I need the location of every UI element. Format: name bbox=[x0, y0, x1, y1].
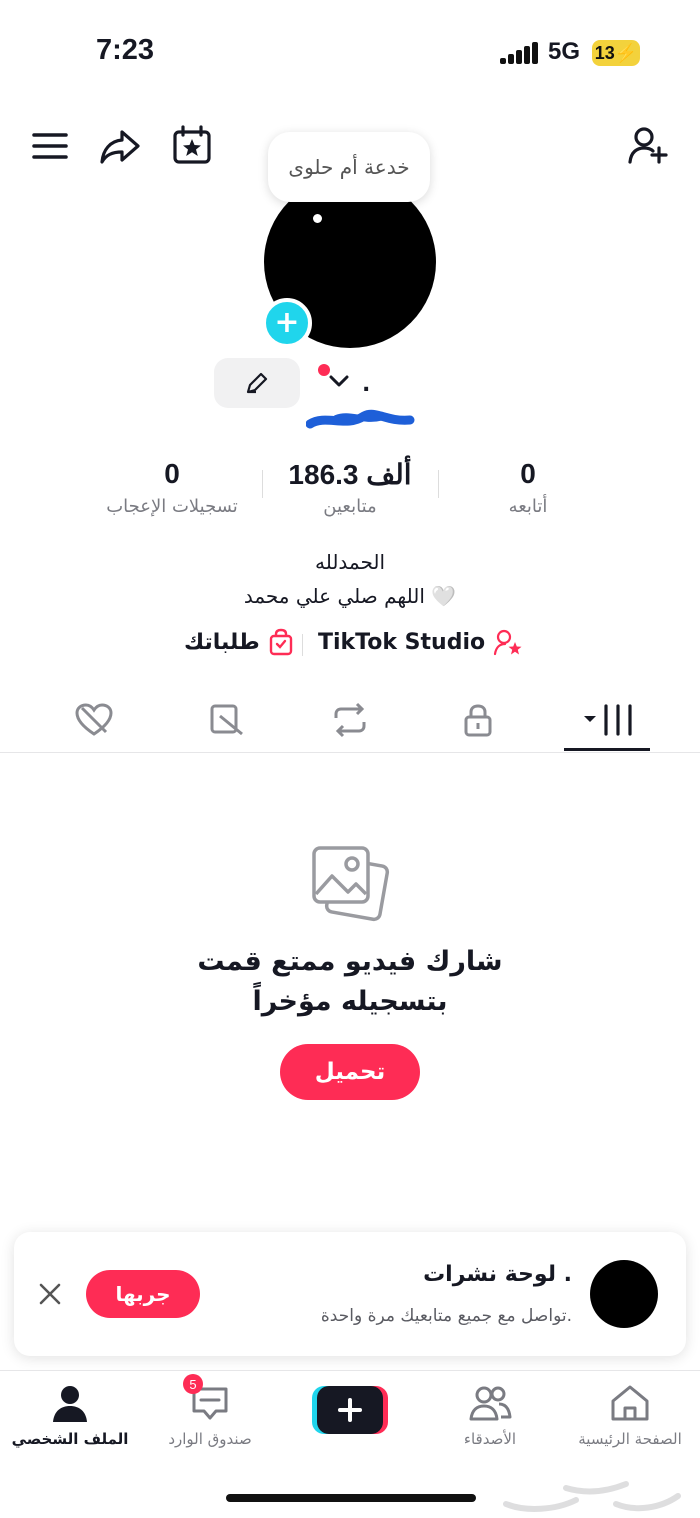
network-label: 5G bbox=[548, 38, 581, 65]
redacted-username bbox=[305, 404, 416, 434]
battery-indicator: 13 ⚡ bbox=[592, 40, 640, 66]
repost-icon bbox=[334, 702, 366, 738]
tab-private[interactable] bbox=[454, 696, 502, 744]
profile-note-bubble[interactable]: خدعة أم حلوى bbox=[268, 132, 430, 202]
status-time: 7:23 bbox=[96, 34, 155, 66]
tiktok-studio-link[interactable]: TikTok Studio bbox=[318, 628, 523, 656]
upload-button[interactable]: تحميل bbox=[280, 1044, 420, 1100]
followers-label[interactable]: متابعين bbox=[270, 496, 430, 517]
tabs-divider bbox=[0, 752, 700, 753]
active-tab-indicator bbox=[564, 748, 650, 751]
profile-name: . bbox=[362, 372, 371, 397]
inbox-icon: 5 bbox=[183, 1374, 233, 1426]
orders-label: طلباتك bbox=[184, 629, 260, 655]
link-divider bbox=[302, 634, 303, 656]
calendar-star-icon[interactable] bbox=[170, 124, 214, 168]
creator-star-icon bbox=[494, 629, 522, 656]
empty-state-title: بتسجيله مؤخراً bbox=[252, 986, 448, 1017]
hamburger-menu-icon[interactable] bbox=[28, 124, 72, 168]
promo-subtitle: تواصل مع جميع متابعيك مرة واحدة. bbox=[320, 1306, 572, 1326]
close-icon[interactable] bbox=[36, 1280, 64, 1308]
note-bubble-tail bbox=[313, 214, 322, 223]
shopping-bag-icon bbox=[269, 628, 292, 656]
stat-divider bbox=[438, 470, 439, 498]
haraj-watermark-logo bbox=[496, 1474, 686, 1518]
create-button[interactable] bbox=[312, 1384, 388, 1436]
tag-hidden-icon bbox=[210, 704, 243, 736]
edit-profile-button[interactable] bbox=[214, 358, 300, 408]
tab-videos[interactable] bbox=[584, 696, 640, 744]
tab-liked[interactable] bbox=[70, 696, 118, 744]
followers-count[interactable]: 186.3 ألف bbox=[270, 458, 430, 491]
nav-inbox-label: صندوق الوارد bbox=[168, 1430, 252, 1448]
tab-reposts[interactable] bbox=[326, 696, 374, 744]
nav-profile[interactable]: الملف الشخصي bbox=[0, 1380, 140, 1460]
nav-friends[interactable]: الأصدقاء bbox=[420, 1380, 560, 1460]
promo-title: لوحة نشرات . bbox=[423, 1262, 572, 1287]
nav-friends-label: الأصدقاء bbox=[463, 1430, 517, 1448]
add-user-icon[interactable] bbox=[626, 124, 670, 168]
nav-inbox[interactable]: 5 صندوق الوارد bbox=[140, 1374, 280, 1460]
bio-line: الحمدلله bbox=[314, 550, 386, 574]
friends-icon bbox=[467, 1380, 513, 1426]
likes-count: 0 bbox=[164, 458, 180, 489]
grid-icon bbox=[584, 704, 632, 736]
studio-label: TikTok Studio bbox=[318, 629, 486, 655]
share-icon[interactable] bbox=[98, 124, 142, 168]
photo-gallery-icon bbox=[310, 844, 390, 924]
orders-link[interactable]: طلباتك bbox=[184, 628, 294, 656]
promo-avatar bbox=[590, 1260, 658, 1328]
following-count[interactable]: 0 bbox=[456, 458, 600, 490]
tab-tagged[interactable] bbox=[202, 696, 250, 744]
nav-home-label: الصفحة الرئيسية bbox=[578, 1430, 682, 1448]
home-indicator bbox=[226, 1494, 476, 1502]
likes-label: تسجيلات الإعجاب bbox=[106, 496, 238, 517]
battery-level: 13 bbox=[594, 42, 615, 63]
signal-icon bbox=[500, 42, 540, 64]
chevron-down-icon[interactable] bbox=[324, 366, 354, 396]
nav-home[interactable]: الصفحة الرئيسية bbox=[560, 1380, 700, 1460]
add-avatar-button[interactable]: + bbox=[262, 298, 312, 348]
inbox-badge: 5 bbox=[183, 1374, 203, 1394]
pencil-icon bbox=[246, 372, 268, 394]
home-icon bbox=[607, 1380, 653, 1426]
following-label[interactable]: أتابعه bbox=[456, 496, 600, 517]
bio-line: اللهم صلي علي محمد 🤍 bbox=[243, 584, 457, 608]
empty-state-title: شارك فيديو ممتع قمت bbox=[197, 946, 503, 977]
profile-icon bbox=[47, 1380, 93, 1426]
heart-hidden-icon bbox=[75, 703, 113, 736]
stat-divider bbox=[262, 470, 263, 498]
nav-divider bbox=[0, 1370, 700, 1371]
lock-icon bbox=[464, 704, 492, 737]
try-it-button[interactable]: جربها bbox=[86, 1270, 200, 1318]
nav-profile-label: الملف الشخصي bbox=[11, 1430, 129, 1448]
